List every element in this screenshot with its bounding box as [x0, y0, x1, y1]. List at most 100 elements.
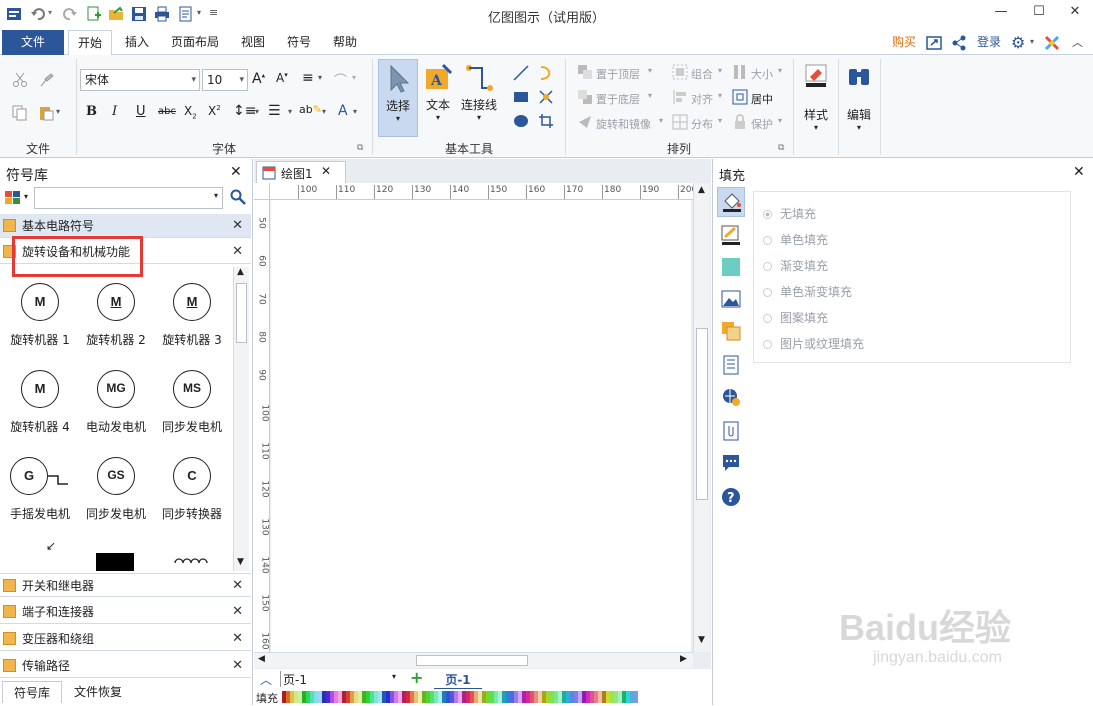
- library-menu-dropdown-icon[interactable]: ▾: [24, 192, 28, 201]
- distribute-icon[interactable]: [672, 114, 688, 130]
- shadow-icon[interactable]: [721, 257, 741, 277]
- protect-label[interactable]: 保护: [751, 116, 773, 132]
- block-shape-icon[interactable]: [96, 553, 134, 571]
- superscript-icon[interactable]: X2: [208, 104, 221, 118]
- bullet-dropdown-icon[interactable]: ▾: [288, 107, 292, 116]
- help-icon[interactable]: ?: [721, 487, 741, 507]
- shape-item[interactable]: M 旋转机器 4: [2, 370, 78, 435]
- shape-item[interactable]: MG 电动发电机: [78, 370, 154, 435]
- fill-option[interactable]: 单色填充: [763, 231, 828, 248]
- paste-dropdown-icon[interactable]: ▾: [56, 107, 60, 116]
- font-color-dropdown-icon[interactable]: ▾: [353, 107, 357, 116]
- paste-icon[interactable]: [38, 105, 54, 121]
- spacing-icon[interactable]: ⌒: [334, 70, 347, 89]
- size-label[interactable]: 大小: [751, 66, 773, 82]
- shape-item[interactable]: MS 同步发电机: [154, 370, 230, 435]
- line-spacing-dropdown-icon[interactable]: ▾: [255, 107, 259, 116]
- style-button[interactable]: 样式 ▾: [798, 63, 834, 143]
- drawing-page[interactable]: [271, 200, 691, 652]
- align-icon[interactable]: [672, 89, 688, 105]
- text-highlight-icon[interactable]: ab✎: [299, 103, 322, 116]
- close-icon[interactable]: ✕: [232, 240, 243, 264]
- menu-insert[interactable]: 插入: [118, 30, 156, 55]
- library-category-header[interactable]: 变压器和绕组 ✕: [0, 627, 251, 651]
- canvas-vertical-scrollbar[interactable]: ▲ ▼: [693, 183, 710, 652]
- edit-button[interactable]: 编辑 ▾: [842, 63, 876, 143]
- italic-icon[interactable]: I: [112, 104, 117, 119]
- share-window-icon[interactable]: [926, 35, 942, 51]
- send-back-icon[interactable]: [577, 89, 593, 105]
- login-link[interactable]: 登录: [972, 30, 1006, 55]
- page-list-up-icon[interactable]: ︿: [260, 671, 272, 688]
- share-icon[interactable]: [951, 35, 967, 51]
- collapse-ribbon-icon[interactable]: ︿: [1072, 34, 1083, 50]
- line-tool-icon[interactable]: [513, 65, 529, 81]
- shape-item[interactable]: G 手摇发电机: [2, 457, 78, 522]
- close-icon[interactable]: ✕: [232, 627, 243, 651]
- underline-icon[interactable]: U: [136, 104, 146, 119]
- rectangle-tool-icon[interactable]: [513, 89, 529, 105]
- copy-icon[interactable]: [12, 105, 28, 121]
- close-tab-icon[interactable]: ✕: [321, 164, 331, 178]
- scroll-left-icon[interactable]: ◀: [258, 654, 265, 664]
- color-swatch[interactable]: [634, 691, 638, 703]
- text-tool-button[interactable]: A 文本 ▾: [420, 59, 456, 137]
- fill-option[interactable]: 无填充: [763, 205, 816, 222]
- rotate-mirror-label[interactable]: 旋转和镜像: [596, 116, 651, 132]
- shape-item[interactable]: M 旋转机器 3: [154, 283, 230, 348]
- fill-option[interactable]: 图片或纹理填充: [763, 335, 864, 352]
- center-icon[interactable]: [732, 89, 748, 105]
- fill-option[interactable]: 渐变填充: [763, 257, 828, 274]
- increase-font-icon[interactable]: A▴: [252, 71, 265, 87]
- ellipse-tool-icon[interactable]: [513, 113, 529, 129]
- maximize-button[interactable]: ☐: [1028, 4, 1050, 24]
- scrollbar-thumb[interactable]: [416, 655, 528, 666]
- close-icon[interactable]: ✕: [232, 214, 243, 238]
- paragraph-align-icon[interactable]: ≡: [302, 70, 314, 86]
- shape-item[interactable]: GS 同步发电机: [78, 457, 154, 522]
- menu-file[interactable]: 文件: [2, 30, 64, 55]
- strikethrough-icon[interactable]: abc: [158, 106, 176, 117]
- library-category-header[interactable]: 基本电路符号 ✕: [0, 214, 251, 238]
- decrease-font-icon[interactable]: A▾: [276, 71, 288, 85]
- tab-symbol-library[interactable]: 符号库: [2, 681, 62, 703]
- page-tab[interactable]: 页-1: [434, 671, 482, 690]
- close-icon[interactable]: ✕: [232, 574, 243, 598]
- size-icon[interactable]: [732, 64, 748, 80]
- library-category-header[interactable]: 开关和继电器 ✕: [0, 573, 251, 597]
- spacing-dropdown-icon[interactable]: ▾: [352, 73, 356, 82]
- hyperlink-globe-icon[interactable]: [721, 387, 741, 407]
- connector-tool-button[interactable]: 连接线 ▾: [458, 59, 500, 137]
- library-category-header[interactable]: 端子和连接器 ✕: [0, 600, 251, 624]
- crop-tool-icon[interactable]: [538, 113, 554, 129]
- line-style-icon[interactable]: [721, 225, 741, 245]
- canvas-horizontal-scrollbar[interactable]: ◀ ▶: [254, 652, 693, 668]
- scrollbar-thumb[interactable]: [696, 328, 708, 500]
- scrollbar-thumb[interactable]: [236, 283, 247, 343]
- font-color-icon[interactable]: A: [338, 103, 348, 119]
- attachment-icon[interactable]: [721, 421, 741, 441]
- scroll-down-icon[interactable]: ▼: [698, 635, 705, 645]
- bullet-list-icon[interactable]: ☰: [268, 103, 281, 119]
- comment-icon[interactable]: [721, 453, 741, 473]
- font-name-combo[interactable]: 宋体 ▾: [80, 69, 200, 91]
- close-fill-panel-icon[interactable]: ✕: [1073, 164, 1085, 180]
- arrow-shape-icon[interactable]: ↙: [46, 539, 56, 553]
- arrange-dialog-launcher-icon[interactable]: ⧉: [778, 143, 784, 153]
- shape-item[interactable]: M 旋转机器 2: [78, 283, 154, 348]
- subscript-icon[interactable]: X2: [184, 104, 197, 120]
- image-icon[interactable]: [721, 289, 741, 309]
- curve-tool-icon[interactable]: [538, 65, 554, 81]
- group-label[interactable]: 组合: [691, 66, 713, 82]
- menu-help[interactable]: 帮助: [326, 30, 364, 55]
- layers-icon[interactable]: [721, 321, 741, 341]
- color-swatches[interactable]: [282, 691, 638, 703]
- align-label[interactable]: 对齐: [691, 91, 713, 107]
- cut-icon[interactable]: [12, 72, 28, 88]
- crosshair-tool-icon[interactable]: [538, 89, 554, 105]
- fill-option[interactable]: 单色渐变填充: [763, 283, 852, 300]
- add-page-icon[interactable]: +: [410, 668, 423, 687]
- close-icon[interactable]: ✕: [232, 600, 243, 624]
- send-back-label[interactable]: 置于底层: [596, 91, 640, 107]
- highlight-dropdown-icon[interactable]: ▾: [322, 107, 326, 116]
